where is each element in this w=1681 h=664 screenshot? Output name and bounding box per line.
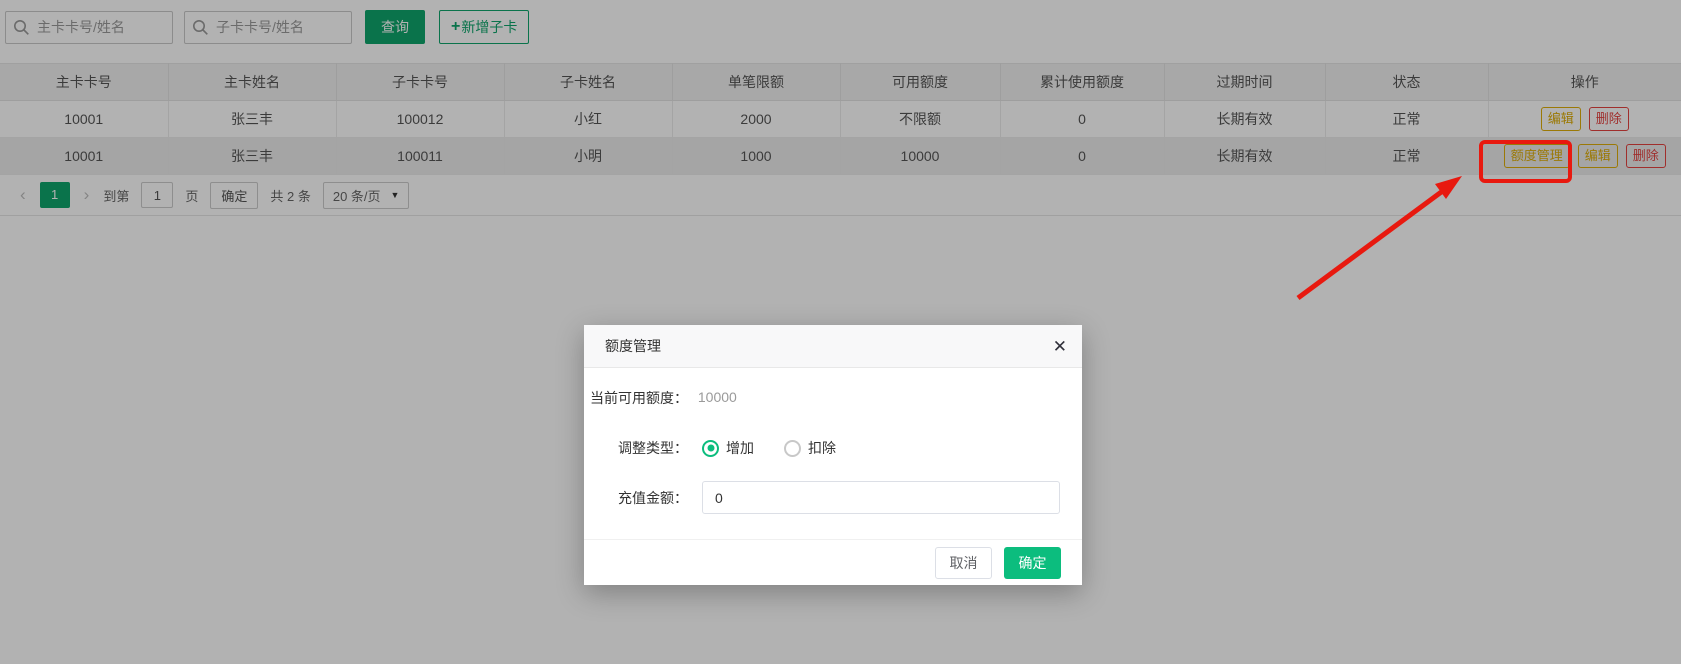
recharge-amount-label: 充值金额： [618,489,688,506]
cancel-button[interactable]: 取消 [935,546,992,579]
current-quota-label: 当前可用额度： [590,390,688,406]
radio-increase[interactable]: 增加 [702,438,754,458]
radio-selected-icon [702,439,719,457]
dialog-title: 额度管理 [605,338,661,354]
current-quota-value: 10000 [697,388,737,405]
recharge-amount-input[interactable] [702,481,1060,514]
radio-deduct-label: 扣除 [808,440,836,456]
quota-manage-dialog: 额度管理 ✕ 当前可用额度： 10000 调整类型： 增加 扣除 充值金额： 取… [584,325,1082,585]
radio-increase-label: 增加 [726,440,754,456]
recharge-amount-row: 充值金额： [584,481,1060,514]
radio-unselected-icon [784,439,801,457]
adjust-type-row: 调整类型： 增加 扣除 [584,438,836,458]
close-icon[interactable]: ✕ [1053,338,1067,355]
dialog-footer: 取消 确定 [584,539,1082,585]
current-quota-row: 当前可用额度： 10000 [584,388,737,408]
radio-deduct[interactable]: 扣除 [784,438,836,458]
adjust-type-label: 调整类型： [618,440,688,456]
ok-button[interactable]: 确定 [1004,546,1061,579]
dialog-header: 额度管理 ✕ [584,325,1082,368]
highlight-box-annotation [1479,140,1572,183]
